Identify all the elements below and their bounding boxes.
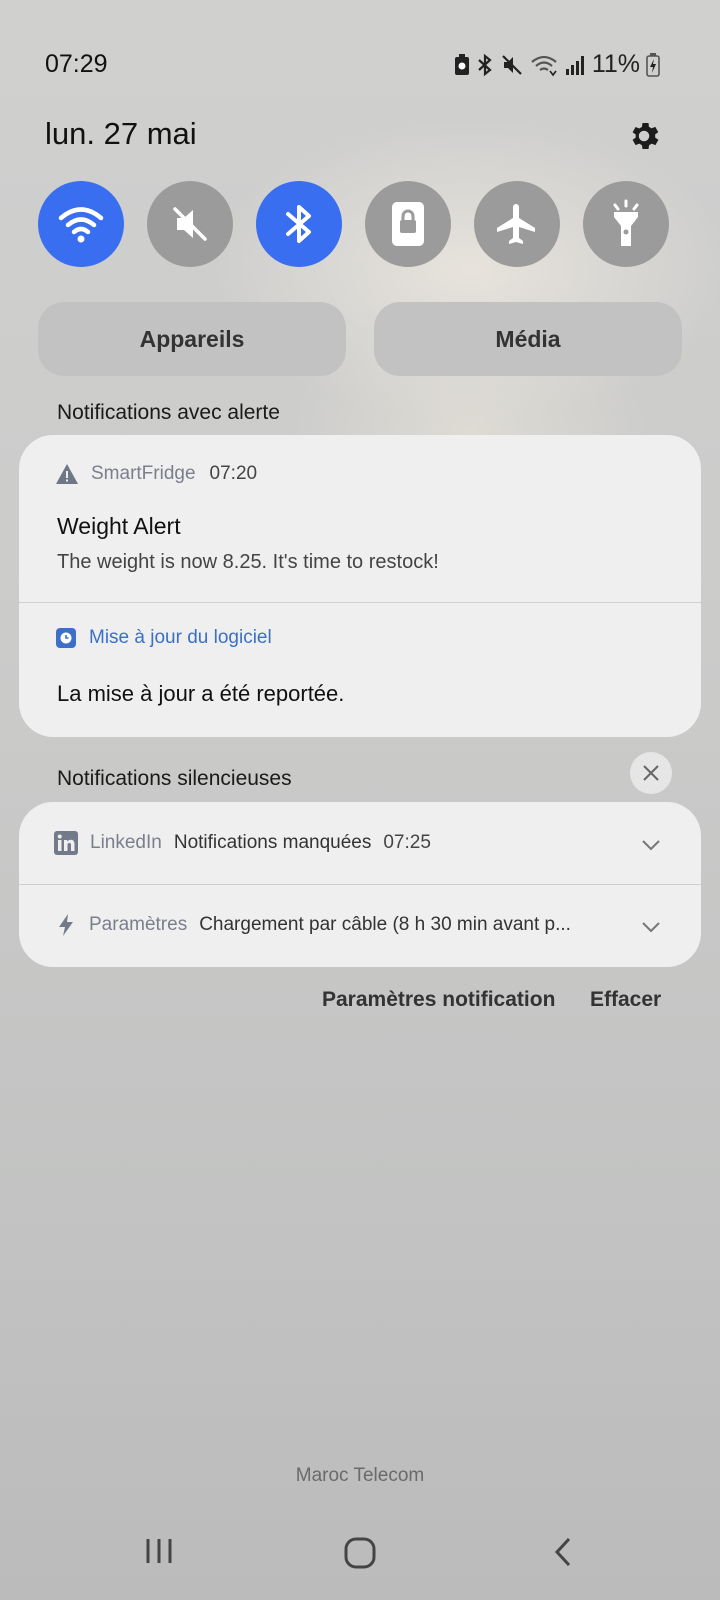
charging-text: Chargement par câble (8 h 30 min avant p…: [199, 914, 571, 935]
bluetooth-icon: [478, 53, 492, 76]
chevron-down-icon[interactable]: [639, 833, 663, 857]
devices-button[interactable]: Appareils: [38, 302, 346, 376]
media-button[interactable]: Média: [374, 302, 682, 376]
battery-saver-icon: [454, 53, 469, 75]
close-icon: [643, 765, 659, 781]
smartfridge-body: The weight is now 8.25. It's time to res…: [57, 551, 439, 573]
airplane-toggle[interactable]: [474, 181, 560, 267]
signal-icon: [565, 55, 584, 75]
bluetooth-toggle[interactable]: [256, 181, 342, 267]
back-icon[interactable]: [551, 1536, 575, 1568]
orientation-lock-toggle[interactable]: [365, 181, 451, 267]
alert-section-label: Notifications avec alerte: [57, 401, 280, 424]
gear-icon[interactable]: [626, 118, 662, 154]
mute-icon: [502, 54, 522, 75]
sound-toggle[interactable]: [147, 181, 233, 267]
status-time: 07:29: [45, 50, 108, 78]
airplane-icon: [497, 204, 535, 244]
smartfridge-notification[interactable]: SmartFridge 07:20 Weight Alert The weigh…: [19, 435, 701, 602]
linkedin-app-name: LinkedIn: [90, 832, 162, 853]
settings-app-name: Paramètres: [89, 914, 188, 935]
date-label: lun. 27 mai: [45, 116, 197, 151]
smartfridge-title: Weight Alert: [57, 513, 181, 539]
flashlight-icon: [613, 199, 639, 246]
flashlight-toggle[interactable]: [583, 181, 669, 267]
close-silent-button[interactable]: [630, 752, 672, 794]
smartfridge-app-name: SmartFridge: [91, 463, 196, 484]
software-update-body: La mise à jour a été reportée.: [57, 681, 345, 706]
clear-button[interactable]: Effacer: [590, 988, 661, 1012]
alert-notification-card: SmartFridge 07:20 Weight Alert The weigh…: [19, 435, 701, 737]
software-update-icon: [56, 628, 76, 648]
silent-notification-card: LinkedIn Notifications manquées 07:25 Pa…: [19, 802, 701, 967]
lightning-icon: [59, 914, 73, 936]
linkedin-time: 07:25: [383, 832, 431, 853]
linkedin-text: Notifications manquées: [173, 832, 372, 853]
home-icon[interactable]: [343, 1536, 377, 1570]
wifi-data-icon: [531, 55, 557, 76]
mute-icon: [173, 207, 207, 241]
battery-percent: 11%: [591, 50, 640, 78]
bluetooth-icon: [286, 205, 311, 243]
carrier-label: Maroc Telecom: [295, 1465, 425, 1486]
recent-apps-icon[interactable]: [144, 1536, 174, 1566]
software-update-notification[interactable]: Mise à jour du logiciel La mise à jour a…: [19, 603, 701, 737]
smartfridge-time: 07:20: [209, 463, 258, 484]
lock-icon: [392, 202, 424, 246]
chevron-down-icon[interactable]: [639, 915, 663, 939]
status-icons: 11%: [454, 50, 660, 79]
notification-settings-button[interactable]: Paramètres notification: [322, 988, 555, 1012]
wifi-icon: [58, 207, 104, 243]
settings-charging-notification[interactable]: Paramètres Chargement par câble (8 h 30 …: [19, 885, 701, 967]
warning-icon: [56, 464, 78, 484]
software-update-app-name: Mise à jour du logiciel: [89, 627, 272, 648]
linkedin-icon: [54, 831, 78, 855]
battery-charging-icon: [646, 52, 660, 77]
linkedin-notification[interactable]: LinkedIn Notifications manquées 07:25: [19, 802, 701, 884]
silent-section-label: Notifications silencieuses: [57, 767, 292, 790]
wifi-toggle[interactable]: [38, 181, 124, 267]
